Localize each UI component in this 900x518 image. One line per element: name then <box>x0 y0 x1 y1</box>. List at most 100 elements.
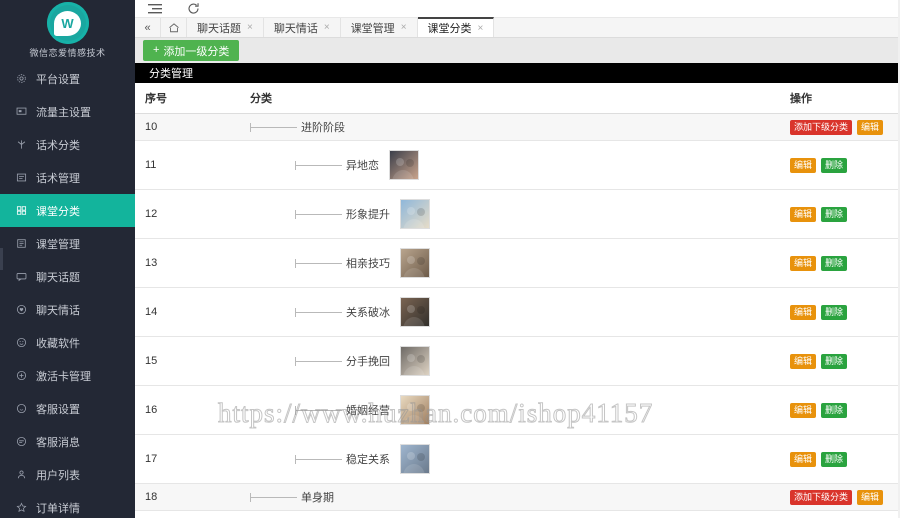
delete-button[interactable]: 删除 <box>821 451 848 467</box>
row-number: 11 <box>145 159 157 172</box>
tab-1[interactable]: 聊天情话 × <box>263 18 341 38</box>
cell-operation: 添加下级分类 编辑 <box>780 483 900 512</box>
category-name: 稳定关系 <box>346 454 390 467</box>
tab-0[interactable]: 聊天话题 × <box>187 18 264 38</box>
tab-3[interactable]: 课堂分类 × <box>417 17 495 38</box>
sidebar-item-13[interactable]: 订单详情 <box>0 491 135 518</box>
sidebar-item-9[interactable]: 激活卡管理 <box>0 359 135 392</box>
panel-title-bar: 分类管理 <box>135 63 900 84</box>
sidebar-item-8[interactable]: 收藏软件 <box>0 326 135 359</box>
table-row: 12 形象提升 编辑 删除 <box>135 189 900 240</box>
edit-button[interactable]: 编辑 <box>790 304 817 320</box>
sidebar-item-10[interactable]: 客服设置 <box>0 392 135 425</box>
tab-label: 聊天话题 <box>197 22 241 35</box>
edit-button[interactable]: 编辑 <box>790 157 817 173</box>
edit-button[interactable]: 编辑 <box>790 402 817 418</box>
cell-category: 异地恋 <box>240 140 780 191</box>
category-thumbnail <box>400 297 430 328</box>
tree-connector: 相亲技巧 <box>250 255 390 271</box>
branch-icon <box>13 138 29 152</box>
cell-no: 18 <box>135 483 240 512</box>
list-icon <box>13 171 29 185</box>
delete-button[interactable]: 删除 <box>821 353 848 369</box>
close-icon[interactable]: × <box>401 22 407 33</box>
tab-bar: « 聊天话题 × 聊天情话 × 课堂管理 × 课堂分类 × <box>135 17 900 39</box>
edit-button[interactable]: 编辑 <box>790 255 817 271</box>
sidebar-item-label: 话术管理 <box>36 172 80 185</box>
sidebar-item-2[interactable]: 话术分类 <box>0 128 135 161</box>
cell-no: 11 <box>135 140 240 191</box>
category-thumbnail <box>400 346 430 377</box>
category-thumbnail <box>400 199 430 230</box>
cell-no: 17 <box>135 434 240 485</box>
cell-category: 单身期 <box>240 483 780 512</box>
sidebar-item-5[interactable]: 课堂管理 <box>0 227 135 260</box>
cell-category: 稳定关系 <box>240 434 780 485</box>
tabs-collapse-button[interactable]: « <box>135 18 161 38</box>
table-row: 11 异地恋 编辑 删除 <box>135 140 900 191</box>
tab-label: 聊天情话 <box>273 22 318 35</box>
category-thumbnail <box>400 248 430 279</box>
delete-button[interactable]: 删除 <box>821 157 848 173</box>
hamburger-icon[interactable] <box>147 1 163 17</box>
close-icon[interactable]: × <box>247 22 253 33</box>
sidebar-scroll-indicator[interactable] <box>0 248 3 270</box>
tree-connector: 单身期 <box>250 489 334 505</box>
row-number: 17 <box>145 453 158 466</box>
tab-label: 课堂分类 <box>427 23 472 36</box>
sidebar-item-3[interactable]: 话术管理 <box>0 161 135 194</box>
delete-button[interactable]: 删除 <box>821 304 848 320</box>
table-row: 15 分手挽回 编辑 删除 <box>135 336 900 387</box>
operation-buttons: 添加下级分类 编辑 <box>790 119 900 135</box>
panel-title: 分类管理 <box>149 68 193 81</box>
add-sub-category-button[interactable]: 添加下级分类 <box>790 119 853 135</box>
delete-button[interactable]: 删除 <box>821 206 848 222</box>
operation-buttons: 编辑 删除 <box>790 451 900 467</box>
add-top-level-category-button[interactable]: + 添加一级分类 <box>143 40 240 62</box>
edit-button[interactable]: 编辑 <box>790 451 817 467</box>
home-icon[interactable] <box>161 18 187 38</box>
sidebar-item-7[interactable]: 聊天情话 <box>0 293 135 326</box>
row-number: 16 <box>145 404 158 417</box>
add-sub-category-button[interactable]: 添加下级分类 <box>790 489 853 505</box>
action-toolbar: + 添加一级分类 <box>135 38 900 64</box>
category-name: 相亲技巧 <box>346 258 390 271</box>
header-category: 分类 <box>240 83 780 115</box>
sidebar-item-label: 聊天情话 <box>36 304 80 317</box>
cell-category: 分手挽回 <box>240 336 780 387</box>
sidebar-item-4[interactable]: 课堂分类 <box>0 194 135 227</box>
sidebar-nav: 平台设置 流量主设置 话术分类话术管理课堂分类 课堂管理 聊天话题聊天情话收藏软件 激活卡… <box>0 62 135 518</box>
edit-button[interactable]: 编辑 <box>790 353 817 369</box>
sidebar-item-6[interactable]: 聊天话题 <box>0 260 135 293</box>
sidebar-item-1[interactable]: 流量主设置 <box>0 95 135 128</box>
sidebar-item-12[interactable]: 用户列表 <box>0 458 135 491</box>
category-name: 分手挽回 <box>346 356 390 369</box>
main-area: « 聊天话题 × 聊天情话 × 课堂管理 × 课堂分类 × + 添加一级分类 分类管理 <box>135 0 900 518</box>
row-number: 14 <box>145 306 158 319</box>
sidebar-item-0[interactable]: 平台设置 <box>0 62 135 95</box>
chat-icon <box>13 270 29 284</box>
table-row: 22聊天搭讪编辑删除 <box>135 510 900 518</box>
delete-button[interactable]: 删除 <box>821 402 848 418</box>
app-root: W 微信恋爱情感技术 平台设置 流量主设置 话术分类 话术管理 课堂分类 课堂管理 聊天话题… <box>0 0 900 518</box>
table-row: 16 婚姻经营 编辑 删除 <box>135 385 900 436</box>
delete-button[interactable]: 删除 <box>821 255 848 271</box>
edit-button[interactable]: 编辑 <box>790 206 817 222</box>
cell-category: 相亲技巧 <box>240 238 780 289</box>
row-number: 10 <box>145 121 158 134</box>
close-icon[interactable]: × <box>324 22 330 33</box>
edit-button[interactable]: 编辑 <box>857 489 884 505</box>
cell-operation: 编辑删除 <box>780 238 900 289</box>
category-thumbnail <box>400 444 430 475</box>
category-thumbnail <box>389 150 419 181</box>
tree-connector: 进阶阶段 <box>250 119 345 135</box>
operation-buttons: 编辑 删除 <box>790 402 900 418</box>
edit-button[interactable]: 编辑 <box>857 119 884 135</box>
sidebar-item-11[interactable]: 客服消息 <box>0 425 135 458</box>
refresh-icon[interactable] <box>185 1 201 17</box>
message-icon <box>13 435 29 449</box>
close-icon[interactable]: × <box>478 23 484 34</box>
tree-connector: 稳定关系 <box>250 451 390 467</box>
tab-2[interactable]: 课堂管理 × <box>340 18 418 38</box>
sidebar-item-label: 客服设置 <box>36 403 80 416</box>
